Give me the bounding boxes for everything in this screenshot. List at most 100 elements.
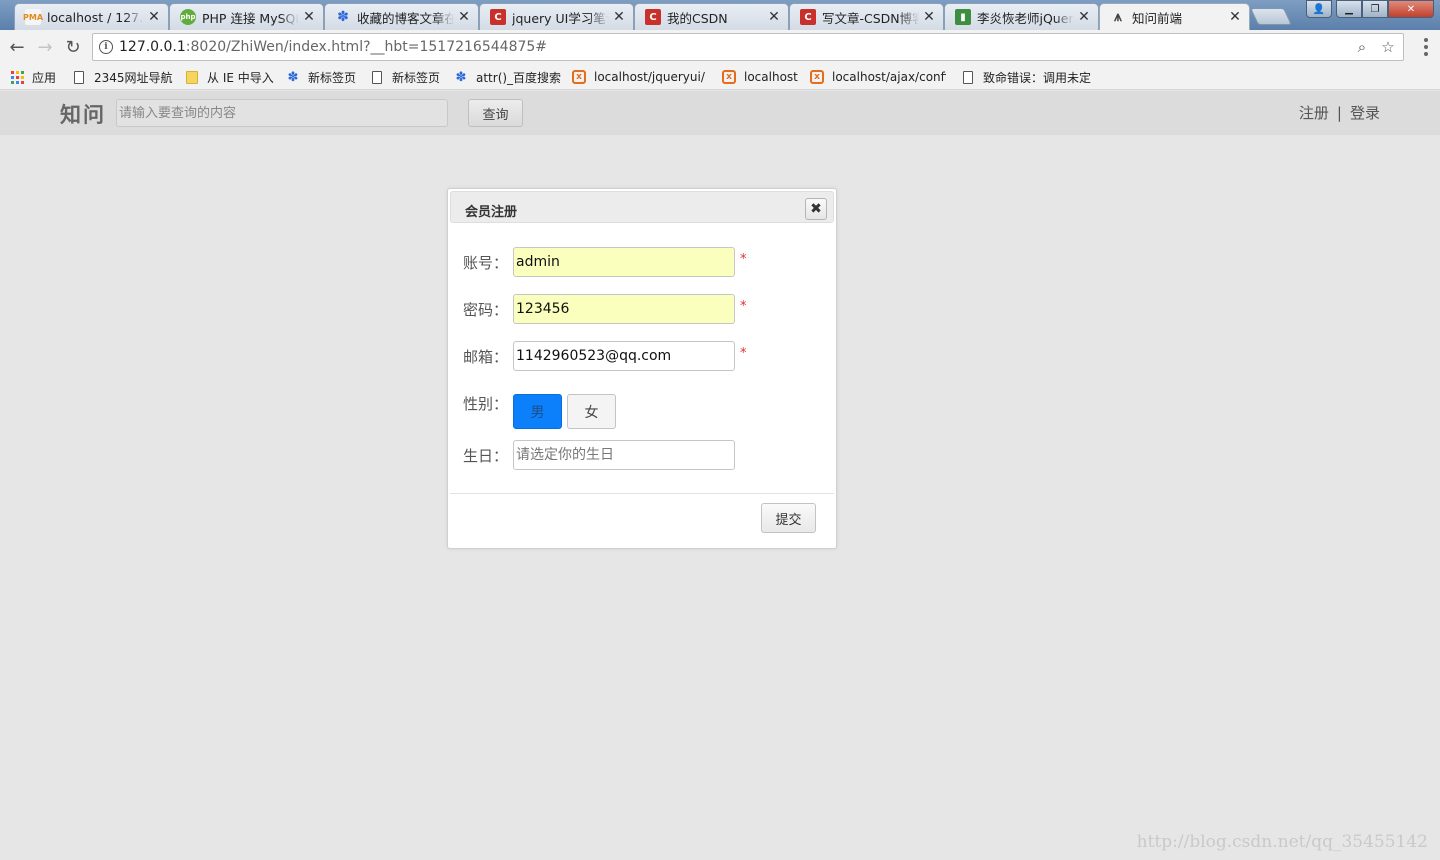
browser-menu-icon[interactable] <box>1424 38 1428 56</box>
search-input[interactable] <box>116 99 448 127</box>
forward-arrow-icon[interactable]: → <box>34 36 56 58</box>
close-tab-icon[interactable]: ✕ <box>768 10 780 24</box>
password-label: 密码： <box>463 300 509 319</box>
email-input[interactable] <box>513 341 735 371</box>
bookmark-item[interactable]: x localhost <box>722 68 798 86</box>
minimize-icon[interactable]: ▁ <box>1336 0 1362 18</box>
bookmark-label: 新标签页 <box>392 70 441 85</box>
email-row: 邮箱： * <box>463 341 747 371</box>
close-tab-icon[interactable]: ✕ <box>458 10 470 24</box>
url-host: 127.0.0.1 <box>119 39 186 55</box>
user-profile-icon[interactable]: 👤 <box>1306 0 1332 18</box>
close-tab-icon[interactable]: ✕ <box>613 10 625 24</box>
reload-icon[interactable]: ↻ <box>62 36 84 58</box>
dialog-title: 会员注册 <box>465 205 518 220</box>
bookmark-item[interactable]: ✽ attr()_百度搜索 <box>454 68 562 86</box>
browser-toolbar: ← → ↻ i 127.0.0.1:8020/ZhiWen/index.html… <box>0 30 1440 64</box>
required-mark: * <box>740 299 747 314</box>
bookmark-item[interactable]: x localhost/jqueryui/ <box>572 68 708 86</box>
bookmark-item[interactable]: 致命错误：调用未定 <box>961 68 1097 86</box>
browser-tab[interactable]: ▮ 李炎恢老师jQuery ✕ <box>944 3 1099 30</box>
required-mark: * <box>740 346 747 361</box>
xampp-icon: x <box>572 70 586 84</box>
bookmark-label: attr()_百度搜索 <box>476 70 562 85</box>
account-row: 账号： * <box>463 247 747 277</box>
bookmark-label: localhost/ajax/confi <box>832 70 946 84</box>
address-url[interactable]: 127.0.0.1:8020/ZhiWen/index.html?__hbt=1… <box>119 39 547 55</box>
site-header: 知问 查询 注册 | 登录 <box>0 91 1440 135</box>
account-input[interactable] <box>513 247 735 277</box>
address-bar[interactable]: i 127.0.0.1:8020/ZhiWen/index.html?__hbt… <box>92 33 1404 61</box>
tab-title: jquery UI学习笔记 <box>512 10 609 26</box>
close-tab-icon[interactable]: ✕ <box>1078 10 1090 24</box>
apps-grid-icon <box>10 70 24 84</box>
browser-tab[interactable]: php PHP 连接 MySQL ✕ <box>169 3 324 30</box>
login-link[interactable]: 登录 <box>1350 102 1380 123</box>
zoom-icon[interactable]: ⌕ <box>1353 38 1371 56</box>
browser-tab[interactable]: C 写文章-CSDN博客 ✕ <box>789 3 944 30</box>
close-tab-icon[interactable]: ✕ <box>303 10 315 24</box>
new-tab-button[interactable] <box>1250 8 1292 25</box>
password-input[interactable] <box>513 294 735 324</box>
tab-title: 知问前端 <box>1132 10 1183 26</box>
bookmark-label: 新标签页 <box>308 70 357 85</box>
bookmark-item[interactable]: ✽ 新标签页 <box>286 68 356 86</box>
maximize-icon[interactable]: ❐ <box>1362 0 1388 18</box>
browser-tab[interactable]: C 我的CSDN ✕ <box>634 3 789 30</box>
site-logo[interactable]: 知问 <box>60 99 106 129</box>
close-icon[interactable]: ✖ <box>805 198 827 220</box>
baidu-paw-icon: ✽ <box>287 69 299 85</box>
password-row: 密码： * <box>463 294 747 324</box>
tab-title: 李炎恢老师jQuery <box>977 10 1074 26</box>
register-link[interactable]: 注册 <box>1299 102 1329 123</box>
query-button[interactable]: 查询 <box>468 99 523 127</box>
gender-row: 性别： 男 女 <box>463 388 621 429</box>
book-icon: ▮ <box>955 9 971 25</box>
bookmark-item[interactable]: 2345网址导航 <box>72 68 173 86</box>
birthday-input[interactable] <box>513 440 735 470</box>
folder-icon <box>185 70 199 84</box>
browser-tab[interactable]: PMA localhost / 127.0 ✕ <box>14 3 169 30</box>
bookmark-folder[interactable]: 从 IE 中导入 <box>185 68 274 86</box>
baidu-paw-icon: ✽ <box>455 69 467 85</box>
dialog-titlebar[interactable]: 会员注册 ✖ <box>450 191 834 223</box>
back-arrow-icon[interactable]: ← <box>6 36 28 58</box>
bookmark-item[interactable]: x localhost/ajax/confi <box>810 68 946 86</box>
url-path: :8020/ZhiWen/index.html?__hbt=1517216544… <box>185 39 548 55</box>
tab-title: 收藏的博客文章在 <box>357 10 454 26</box>
bookmark-apps[interactable]: 应用 <box>10 68 56 86</box>
email-label: 邮箱： <box>463 347 509 366</box>
zhiwen-icon: ⩚ <box>1114 9 1122 25</box>
gender-female-button[interactable]: 女 <box>567 394 616 429</box>
dialog-footer-divider <box>450 493 834 494</box>
bookmark-item[interactable]: 新标签页 <box>370 68 440 86</box>
gender-male-button[interactable]: 男 <box>513 394 562 429</box>
close-tab-icon[interactable]: ✕ <box>148 10 160 24</box>
csdn-icon: C <box>800 9 816 25</box>
gender-label: 性别： <box>463 394 509 413</box>
site-info-icon[interactable]: i <box>99 40 113 54</box>
page-icon <box>72 70 86 84</box>
window-close-icon[interactable]: ✕ <box>1388 0 1434 18</box>
phpmyadmin-icon: PMA <box>23 9 43 25</box>
link-separator: | <box>1336 103 1342 122</box>
browser-tab-strip: PMA localhost / 127.0 ✕ php PHP 连接 MySQL… <box>0 0 1440 30</box>
bookmark-star-icon[interactable]: ☆ <box>1379 38 1397 56</box>
baidu-paw-icon: ✽ <box>337 9 349 25</box>
tab-title: localhost / 127.0 <box>47 9 144 25</box>
bookmarks-bar: 应用 2345网址导航 从 IE 中导入 ✽ 新标签页 新标签页 ✽ attr(… <box>0 64 1440 90</box>
account-label: 账号： <box>463 253 509 272</box>
close-tab-icon[interactable]: ✕ <box>1229 10 1241 24</box>
browser-tab[interactable]: C jquery UI学习笔记 ✕ <box>479 3 634 30</box>
bookmark-label: 从 IE 中导入 <box>207 70 274 85</box>
close-tab-icon[interactable]: ✕ <box>923 10 935 24</box>
page-icon <box>370 70 384 84</box>
csdn-icon: C <box>490 9 506 25</box>
required-mark: * <box>740 252 747 267</box>
watermark: http://blog.csdn.net/qq_35455142 <box>1136 832 1428 852</box>
submit-button[interactable]: 提交 <box>761 503 816 533</box>
browser-tab[interactable]: ✽ 收藏的博客文章在 ✕ <box>324 3 479 30</box>
browser-tab-active[interactable]: ⩚ 知问前端 ✕ <box>1099 3 1250 30</box>
register-dialog: 会员注册 ✖ 账号： * 密码： * 邮箱： * 性别： 男 女 生日： 提交 <box>447 188 837 549</box>
page-icon <box>961 70 975 84</box>
